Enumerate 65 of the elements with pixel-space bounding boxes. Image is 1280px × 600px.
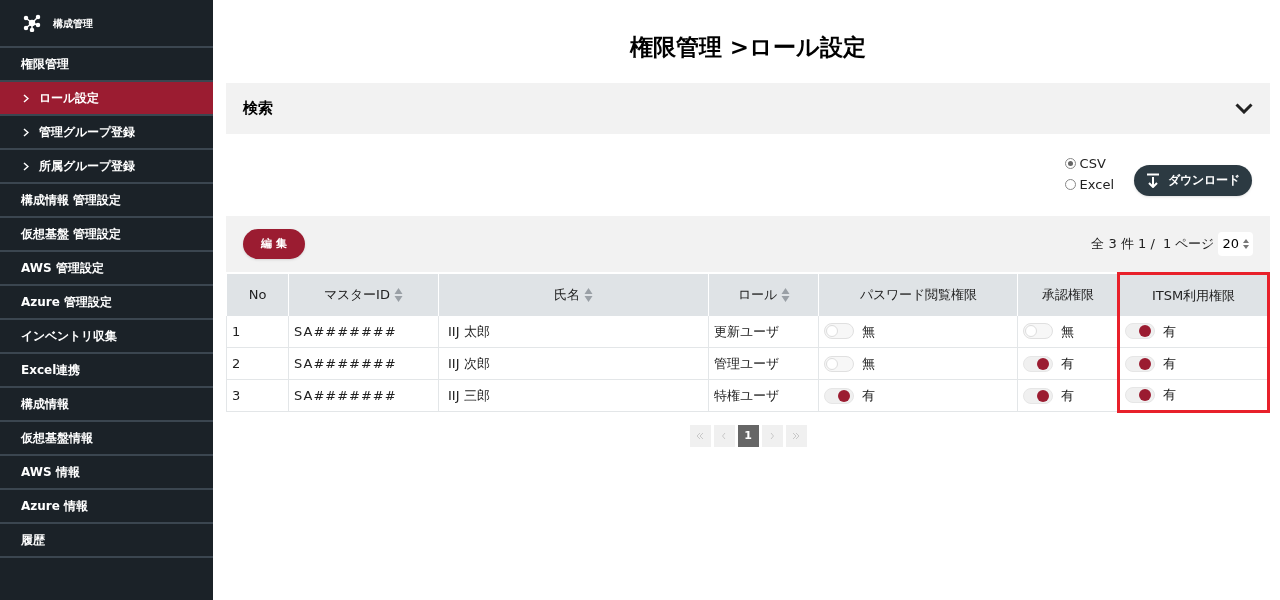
table-cell: SA####### xyxy=(288,315,439,348)
column-header[interactable]: ロール xyxy=(708,273,819,316)
table-cell: 1 xyxy=(226,315,289,348)
toggle-switch[interactable] xyxy=(824,323,854,340)
column-header: 承認権限 xyxy=(1017,273,1119,316)
permission-label: 無 xyxy=(1061,322,1074,341)
column-header: No xyxy=(226,273,289,316)
permission-label: 有 xyxy=(1061,354,1074,373)
table-cell: 更新ユーザ xyxy=(708,315,819,348)
sort-icon[interactable] xyxy=(780,286,790,303)
chevron-right-icon xyxy=(23,127,29,137)
permission-label: 有 xyxy=(1163,386,1176,405)
column-header: ITSM利用権限 xyxy=(1118,273,1269,316)
column-header[interactable]: マスターID xyxy=(288,273,439,316)
toggle-switch[interactable] xyxy=(1125,323,1155,340)
table-cell: IIJ 次郎 xyxy=(438,347,709,380)
column-header[interactable]: 氏名 xyxy=(438,273,709,316)
double-chevron-right-icon xyxy=(792,433,800,439)
sort-icon[interactable] xyxy=(584,286,593,303)
download-icon xyxy=(1146,172,1160,188)
chevron-right-icon xyxy=(23,93,29,103)
toggle-switch[interactable] xyxy=(1023,387,1053,404)
result-summary: 全 3 件 1 / 1 ページ xyxy=(1091,235,1215,254)
table-cell: 3 xyxy=(226,379,289,412)
format-radio[interactable]: Excel xyxy=(1064,176,1114,193)
edit-button[interactable]: 編 集 xyxy=(243,229,305,259)
table-cell: IIJ 三郎 xyxy=(438,379,709,412)
permission-label: 有 xyxy=(1163,322,1176,341)
sidebar-item[interactable]: ロール設定 xyxy=(0,82,213,116)
toggle-switch[interactable] xyxy=(1023,323,1053,340)
toggle-switch[interactable] xyxy=(1125,387,1155,403)
page-size-select[interactable]: 20 xyxy=(1218,232,1253,256)
first-page-button[interactable] xyxy=(689,425,711,447)
permission-label: 有 xyxy=(862,386,875,405)
table-cell: IIJ 太郎 xyxy=(438,315,709,348)
chevron-down-icon[interactable] xyxy=(1235,103,1253,114)
page-title: 権限管理 >ロール設定 xyxy=(628,33,868,62)
sort-icon[interactable] xyxy=(393,286,403,303)
next-page-button[interactable] xyxy=(761,425,783,447)
download-button[interactable]: ダウンロード xyxy=(1134,164,1252,196)
last-page-button[interactable] xyxy=(785,425,807,447)
table-cell: SA####### xyxy=(288,379,439,412)
table-cell: 特権ユーザ xyxy=(708,379,819,412)
toggle-switch[interactable] xyxy=(824,387,854,404)
app-title: 構成管理 xyxy=(53,16,93,31)
permission-label: 無 xyxy=(862,354,875,373)
search-title: 検索 xyxy=(243,98,273,120)
prev-page-button[interactable] xyxy=(713,425,735,447)
spinner-arrows-icon xyxy=(1243,239,1249,249)
network-icon xyxy=(23,14,41,32)
format-radio[interactable]: CSV xyxy=(1064,155,1114,172)
page-button[interactable]: 1 xyxy=(737,425,759,447)
permission-label: 有 xyxy=(1163,354,1176,373)
toggle-switch[interactable] xyxy=(1023,355,1053,372)
table-cell: 2 xyxy=(226,347,289,380)
toggle-switch[interactable] xyxy=(1125,355,1155,372)
search-panel[interactable]: 検索 xyxy=(226,83,1270,134)
toggle-switch[interactable] xyxy=(824,355,854,372)
table-cell: 管理ユーザ xyxy=(708,347,819,380)
column-header: パスワード閲覧権限 xyxy=(818,273,1018,316)
permission-label: 無 xyxy=(862,322,875,341)
table-cell: SA####### xyxy=(288,347,439,380)
permission-label: 有 xyxy=(1061,386,1074,405)
double-chevron-left-icon xyxy=(696,433,704,439)
chevron-right-icon xyxy=(23,161,29,171)
